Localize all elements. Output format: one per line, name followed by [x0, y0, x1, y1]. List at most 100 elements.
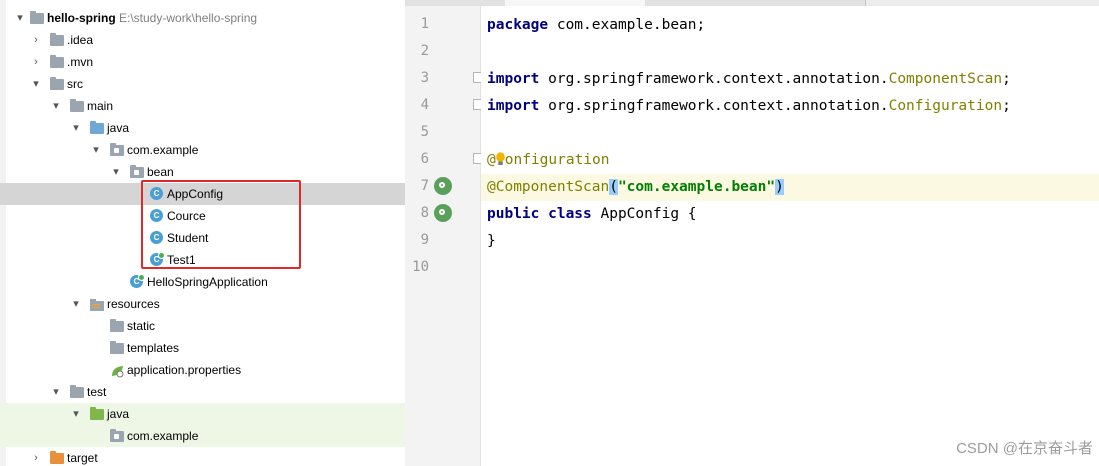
keyword: package	[487, 17, 549, 33]
chevron-down-icon[interactable]: ▾	[70, 403, 82, 425]
tree-item-label: main	[87, 99, 114, 113]
chevron-down-icon[interactable]: ▾	[90, 139, 102, 161]
folder-icon	[50, 55, 64, 68]
import-class: Configuration	[888, 98, 1003, 114]
tree-item-label: src	[67, 77, 83, 91]
line-number: 10	[412, 259, 429, 275]
tree-row-idea[interactable]: › .idea	[0, 29, 405, 51]
folder-icon	[110, 319, 124, 332]
package-icon	[110, 429, 124, 442]
line-number: 8	[420, 205, 429, 221]
spring-bean-scan-icon[interactable]	[434, 177, 452, 195]
tree-row-com-example[interactable]: ▾ com.example	[0, 139, 405, 161]
tree-item-label: .mvn	[67, 55, 94, 69]
tree-row-hello-spring-application[interactable]: C HelloSpringApplication	[0, 271, 405, 293]
import-class: ComponentScan	[888, 71, 1003, 87]
import-path: org.springframework.context.annotation.	[539, 98, 889, 114]
tree-row-src[interactable]: ▾ src	[0, 73, 405, 95]
chevron-right-icon[interactable]: ›	[30, 51, 42, 73]
folder-icon	[50, 77, 64, 90]
line-number: 2	[420, 43, 429, 59]
chevron-down-icon[interactable]: ▾	[50, 381, 62, 403]
tree-row-application-properties[interactable]: application.properties	[0, 359, 405, 381]
spring-bean-icon[interactable]	[434, 204, 452, 222]
excluded-folder-icon	[50, 451, 64, 464]
watermark: CSDN @在京奋斗者	[956, 440, 1093, 457]
code-editor[interactable]: package com.example.bean; import org.spr…	[481, 6, 1099, 466]
annotation-name: @ComponentScan	[487, 179, 610, 195]
tree-row-resources[interactable]: ▾ resources	[0, 293, 405, 315]
line-number: 7	[420, 178, 429, 194]
tree-item-label: test	[87, 385, 107, 399]
folder-icon	[70, 385, 84, 398]
tree-row-main-java[interactable]: ▾ java	[0, 117, 405, 139]
chevron-down-icon[interactable]: ▾	[70, 117, 82, 139]
keyword: import	[487, 98, 540, 114]
tree-row-target[interactable]: › target	[0, 447, 405, 466]
tree-row-templates[interactable]: templates	[0, 337, 405, 359]
paren-close: )	[775, 179, 784, 195]
folder-icon	[50, 33, 64, 46]
source-folder-icon	[90, 121, 104, 134]
package-icon	[130, 165, 144, 178]
chevron-down-icon[interactable]: ▾	[30, 73, 42, 95]
tree-item-label: java	[107, 121, 130, 135]
chevron-right-icon[interactable]: ›	[30, 29, 42, 51]
tree-item-label: com.example	[127, 429, 199, 443]
chevron-down-icon[interactable]: ▾	[70, 293, 82, 315]
folder-icon	[110, 341, 124, 354]
tree-item-label: java	[107, 407, 130, 421]
chevron-down-icon[interactable]: ▾	[14, 7, 26, 29]
chevron-right-icon[interactable]: ›	[30, 447, 42, 466]
chevron-down-icon[interactable]: ▾	[110, 161, 122, 183]
class-name: AppConfig	[591, 206, 688, 222]
line-number: 4	[420, 97, 429, 113]
line-number: 1	[420, 16, 429, 32]
code-line-9: }	[481, 228, 1099, 255]
folder-icon	[70, 99, 84, 112]
line-number: 6	[420, 151, 429, 167]
tree-row-test[interactable]: ▾ test	[0, 381, 405, 403]
tree-row-static[interactable]: static	[0, 315, 405, 337]
code-line-3: import org.springframework.context.annot…	[481, 66, 1099, 93]
tree-item-label: application.properties	[127, 363, 242, 377]
string-literal: "com.example.bean"	[617, 179, 776, 195]
tree-item-label: resources	[107, 297, 160, 311]
tree-item-label: .idea	[67, 33, 94, 47]
tree-row-test-java[interactable]: ▾ java	[0, 403, 405, 425]
line-number: 5	[420, 124, 429, 140]
code-line-1: package com.example.bean;	[481, 12, 1099, 39]
intention-bulb-icon[interactable]	[495, 152, 505, 165]
code-line-6: @ onfiguration	[481, 147, 1099, 174]
tree-item-label: static	[127, 319, 156, 333]
tree-item-label: templates	[127, 341, 180, 355]
annotation-name: onfiguration	[504, 152, 610, 168]
highlight-box	[141, 180, 301, 269]
keyword: import	[487, 71, 540, 87]
resources-folder-icon	[89, 297, 104, 311]
package-icon	[110, 143, 124, 156]
import-path: org.springframework.context.annotation.	[539, 71, 889, 87]
spring-boot-class-icon: C	[130, 274, 145, 288]
module-folder-icon	[30, 11, 44, 24]
tree-item-label: target	[67, 451, 98, 465]
line-number: 3	[420, 70, 429, 86]
tree-row-project-root[interactable]: ▾ hello-spring E:\study-work\hello-sprin…	[0, 7, 405, 29]
semicolon: ;	[1002, 71, 1011, 87]
spring-properties-icon	[110, 363, 125, 378]
project-path: E:\study-work\hello-spring	[119, 11, 258, 25]
semicolon: ;	[1002, 98, 1011, 114]
code-line-7: @ComponentScan("com.example.bean")	[481, 174, 1099, 201]
tree-row-mvn[interactable]: › .mvn	[0, 51, 405, 73]
annotation-at: @	[487, 152, 496, 168]
code-line-4: import org.springframework.context.annot…	[481, 93, 1099, 120]
line-number: 9	[420, 232, 429, 248]
tree-row-main[interactable]: ▾ main	[0, 95, 405, 117]
chevron-down-icon[interactable]: ▾	[50, 95, 62, 117]
tree-item-label: com.example	[127, 143, 199, 157]
package-name: com.example.bean;	[548, 17, 706, 33]
tree-item-label: HelloSpringApplication	[147, 275, 268, 289]
tree-row-test-com-example[interactable]: com.example	[0, 425, 405, 447]
test-source-folder-icon	[90, 407, 104, 420]
project-tree: ▾ hello-spring E:\study-work\hello-sprin…	[0, 0, 406, 466]
